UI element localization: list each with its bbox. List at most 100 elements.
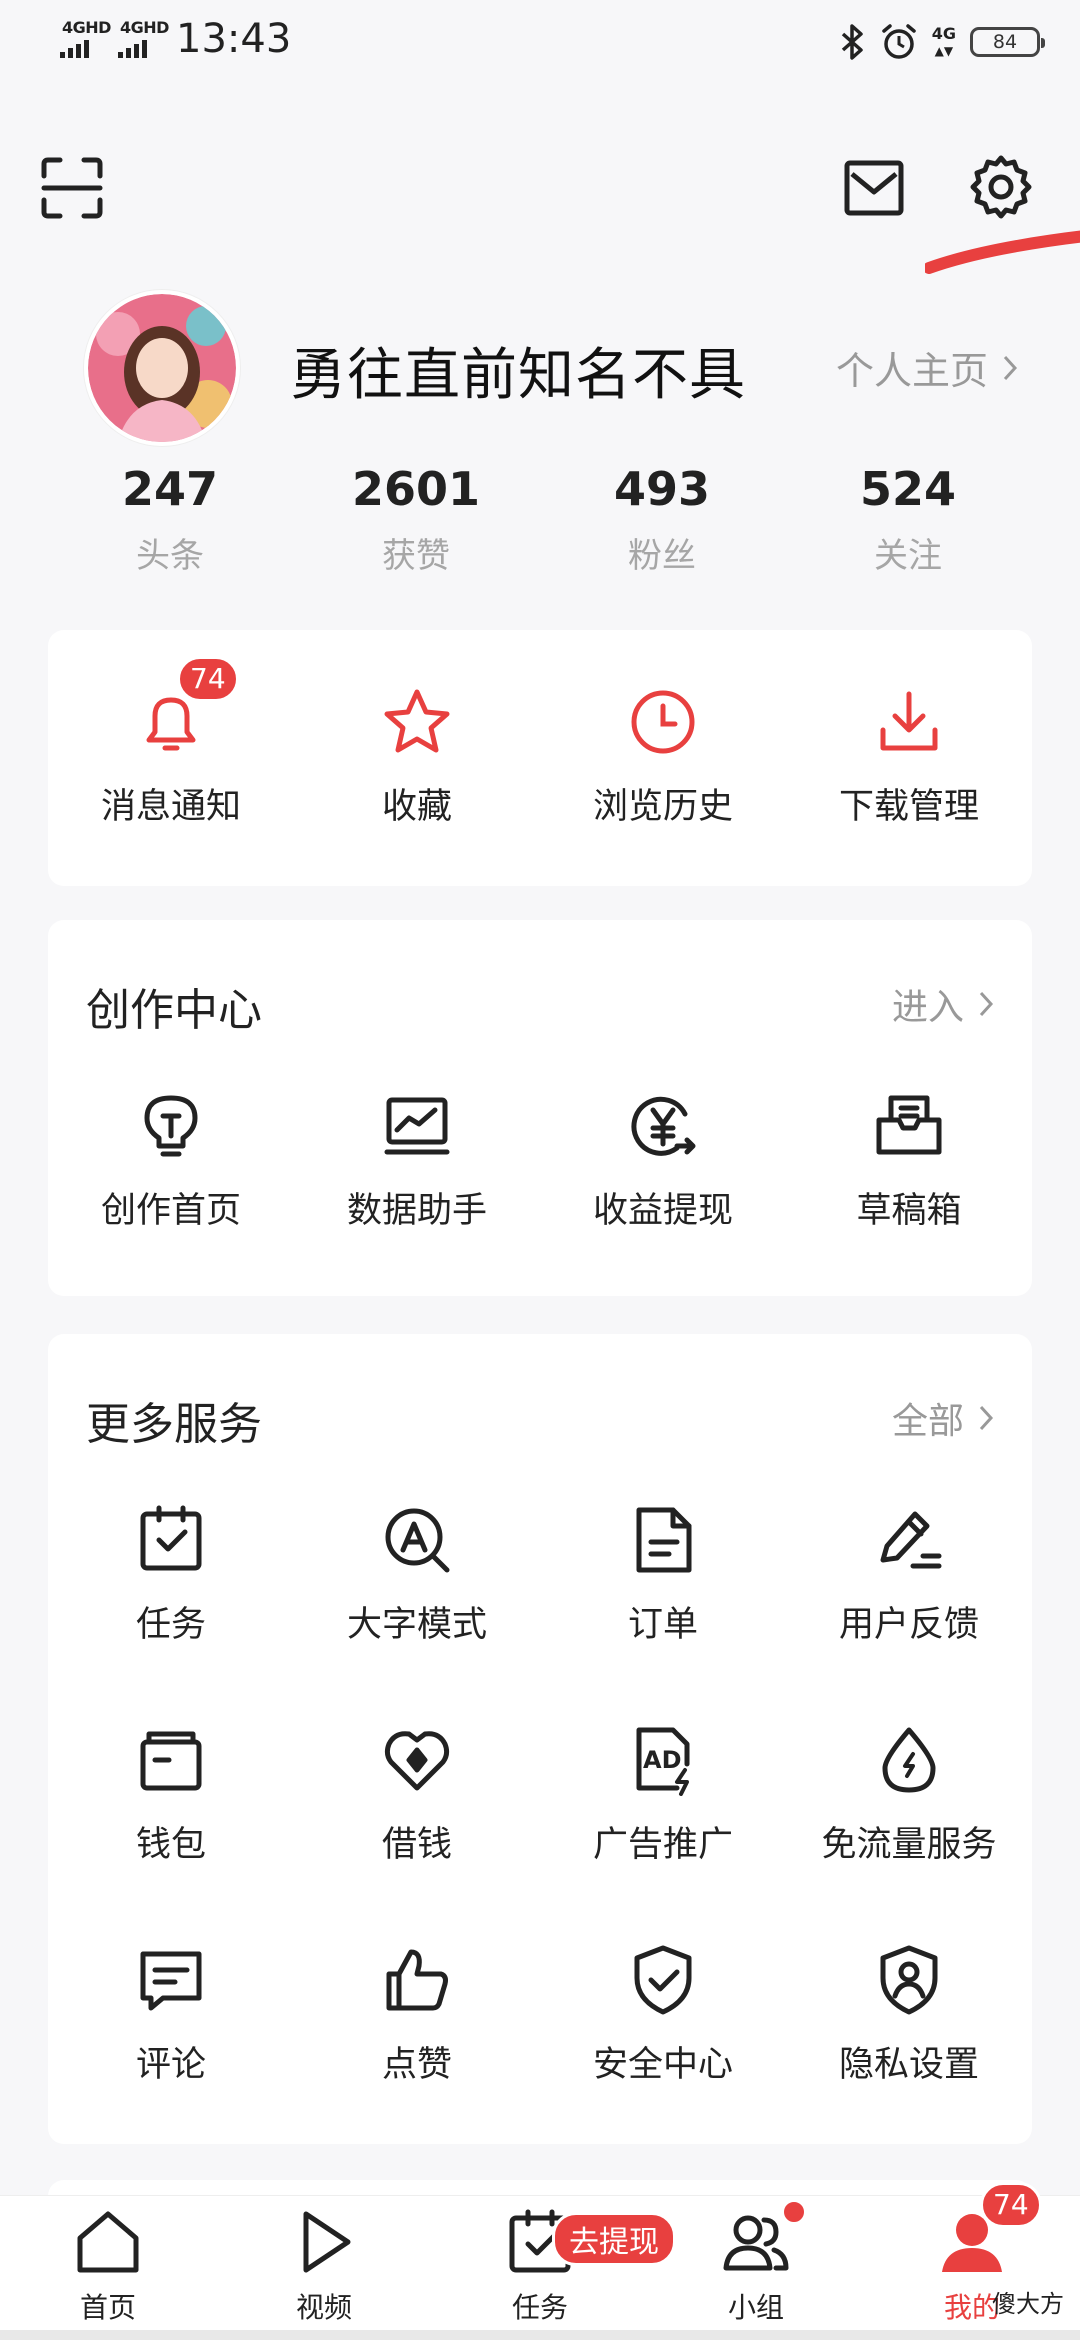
more-services-all-link[interactable]: 全部	[892, 1392, 994, 1444]
drafts-icon	[876, 1095, 942, 1155]
bottom-nav: 首页 视频 任务 小组 74 我的	[0, 2182, 1080, 2341]
nav-label: 首页	[79, 2291, 136, 2324]
all-label: 全部	[891, 1401, 964, 1442]
creation-center-title: 创作中心	[86, 985, 262, 1036]
creation-earnings[interactable]: 收益提现	[540, 1090, 786, 1233]
play-icon	[303, 2211, 351, 2273]
creation-drafts[interactable]: 草稿箱	[786, 1090, 1032, 1233]
creation-label: 创作首页	[100, 1191, 241, 1231]
service-label: 隐私设置	[838, 2045, 979, 2085]
gear-icon[interactable]	[968, 154, 1034, 220]
service-label: 钱包	[135, 1825, 206, 1865]
nav-group[interactable]: 小组	[686, 2200, 826, 2326]
large-text-icon	[385, 1508, 450, 1573]
yen-icon	[631, 1096, 696, 1156]
comment-icon	[140, 1951, 202, 2011]
profile-name: 勇往直前知名不具	[290, 343, 746, 408]
service-data-free[interactable]: 免流量服务	[786, 1724, 1032, 1867]
quick-actions-card: 74 消息通知 收藏 浏览历史 下载管理	[48, 630, 1032, 886]
mail-icon[interactable]	[844, 160, 904, 216]
battery-icon: 84	[970, 27, 1045, 57]
nav-home[interactable]: 首页	[38, 2206, 178, 2326]
task-icon	[140, 1505, 202, 1571]
scan-icon[interactable]	[40, 156, 104, 220]
homepage-link[interactable]: 个人主页	[836, 340, 1018, 395]
wallet-icon	[140, 1731, 202, 1791]
service-wallet[interactable]: 钱包	[48, 1724, 294, 1867]
withdraw-pill[interactable]: 去提现	[552, 2212, 676, 2266]
stat-value: 493	[613, 462, 711, 516]
stat-label: 关注	[874, 536, 942, 576]
order-icon	[636, 1507, 692, 1573]
quick-action-label: 下载管理	[838, 787, 979, 827]
stat-label: 粉丝	[628, 536, 696, 576]
service-label: 借钱	[381, 1825, 452, 1865]
sim1-label: 4GHD	[62, 18, 111, 37]
bluetooth-icon	[841, 24, 863, 60]
lightbulb-icon	[144, 1095, 198, 1157]
stat-likes[interactable]: 2601 获赞	[316, 462, 516, 577]
creation-home[interactable]: 创作首页	[48, 1090, 294, 1233]
service-task[interactable]: 任务	[48, 1504, 294, 1647]
service-label: 大字模式	[346, 1605, 487, 1645]
service-label: 安全中心	[592, 2045, 733, 2085]
clock-icon	[631, 690, 695, 754]
home-icon	[77, 2211, 139, 2273]
stat-label: 获赞	[382, 536, 450, 576]
service-large-text[interactable]: 大字模式	[294, 1504, 540, 1647]
avatar[interactable]	[84, 290, 240, 446]
battery-level: 84	[992, 31, 1018, 53]
creation-center-enter-link[interactable]: 进入	[892, 978, 994, 1030]
thumbs-up-icon	[386, 1949, 448, 2011]
service-label: 任务	[135, 1605, 206, 1645]
data-free-icon	[882, 1727, 936, 1793]
service-label: 免流量服务	[821, 1825, 997, 1865]
quick-action-favorites[interactable]: 收藏	[294, 686, 540, 829]
chart-icon	[384, 1097, 450, 1155]
quick-action-downloads[interactable]: 下载管理	[786, 686, 1032, 829]
more-services-title: 更多服务	[86, 1399, 262, 1450]
chevron-right-icon	[1003, 355, 1018, 380]
gesture-bar	[0, 2330, 1080, 2340]
stat-posts[interactable]: 247 头条	[70, 462, 270, 577]
service-comment[interactable]: 评论	[48, 1944, 294, 2087]
nav-mine-badge: 74	[980, 2182, 1042, 2228]
privacy-icon	[880, 1945, 938, 2015]
stat-followers[interactable]: 493 粉丝	[562, 462, 762, 577]
nav-label: 视频	[295, 2291, 352, 2324]
group-dot	[782, 2200, 806, 2224]
shield-icon	[634, 1945, 692, 2015]
service-feedback[interactable]: 用户反馈	[786, 1504, 1032, 1647]
notification-badge: 74	[177, 656, 239, 702]
chevron-right-icon	[979, 1405, 994, 1431]
alarm-icon	[881, 24, 916, 59]
service-label: 用户反馈	[838, 1605, 979, 1645]
svg-text:AD: AD	[643, 1746, 682, 1774]
service-label: 广告推广	[592, 1825, 733, 1865]
more-services-card: 更多服务 全部 任务 大字模式 订单 用户反馈 钱包 借钱 AD 广告推广 免流…	[48, 1334, 1032, 2144]
stat-following[interactable]: 524 关注	[808, 462, 1008, 577]
sim2-label: 4GHD	[120, 18, 169, 37]
creation-label: 草稿箱	[856, 1191, 962, 1231]
service-thumbs-up[interactable]: 点赞	[294, 1944, 540, 2087]
service-label: 点赞	[381, 2045, 452, 2085]
enter-label: 进入	[891, 987, 964, 1028]
nav-label: 任务	[511, 2291, 568, 2324]
network-4g-icon: 4G ▲▼	[931, 23, 956, 58]
creation-data-assistant[interactable]: 数据助手	[294, 1090, 540, 1233]
quick-action-history[interactable]: 浏览历史	[540, 686, 786, 829]
service-privacy-settings[interactable]: 隐私设置	[786, 1944, 1032, 2087]
service-loan[interactable]: 借钱	[294, 1724, 540, 1867]
service-order[interactable]: 订单	[540, 1504, 786, 1647]
feedback-icon	[880, 1511, 942, 1569]
service-ad-promotion[interactable]: AD 广告推广	[540, 1724, 786, 1867]
nav-label: 小组	[727, 2291, 784, 2324]
quick-action-label: 消息通知	[100, 787, 241, 827]
service-security-center[interactable]: 安全中心	[540, 1944, 786, 2087]
watermark: 傻大方	[992, 2290, 1064, 2318]
nav-video[interactable]: 视频	[254, 2206, 394, 2326]
service-label: 订单	[627, 1605, 698, 1645]
group-icon	[723, 2215, 789, 2271]
quick-action-notifications[interactable]: 74 消息通知	[48, 656, 294, 829]
stat-value: 524	[859, 462, 957, 516]
